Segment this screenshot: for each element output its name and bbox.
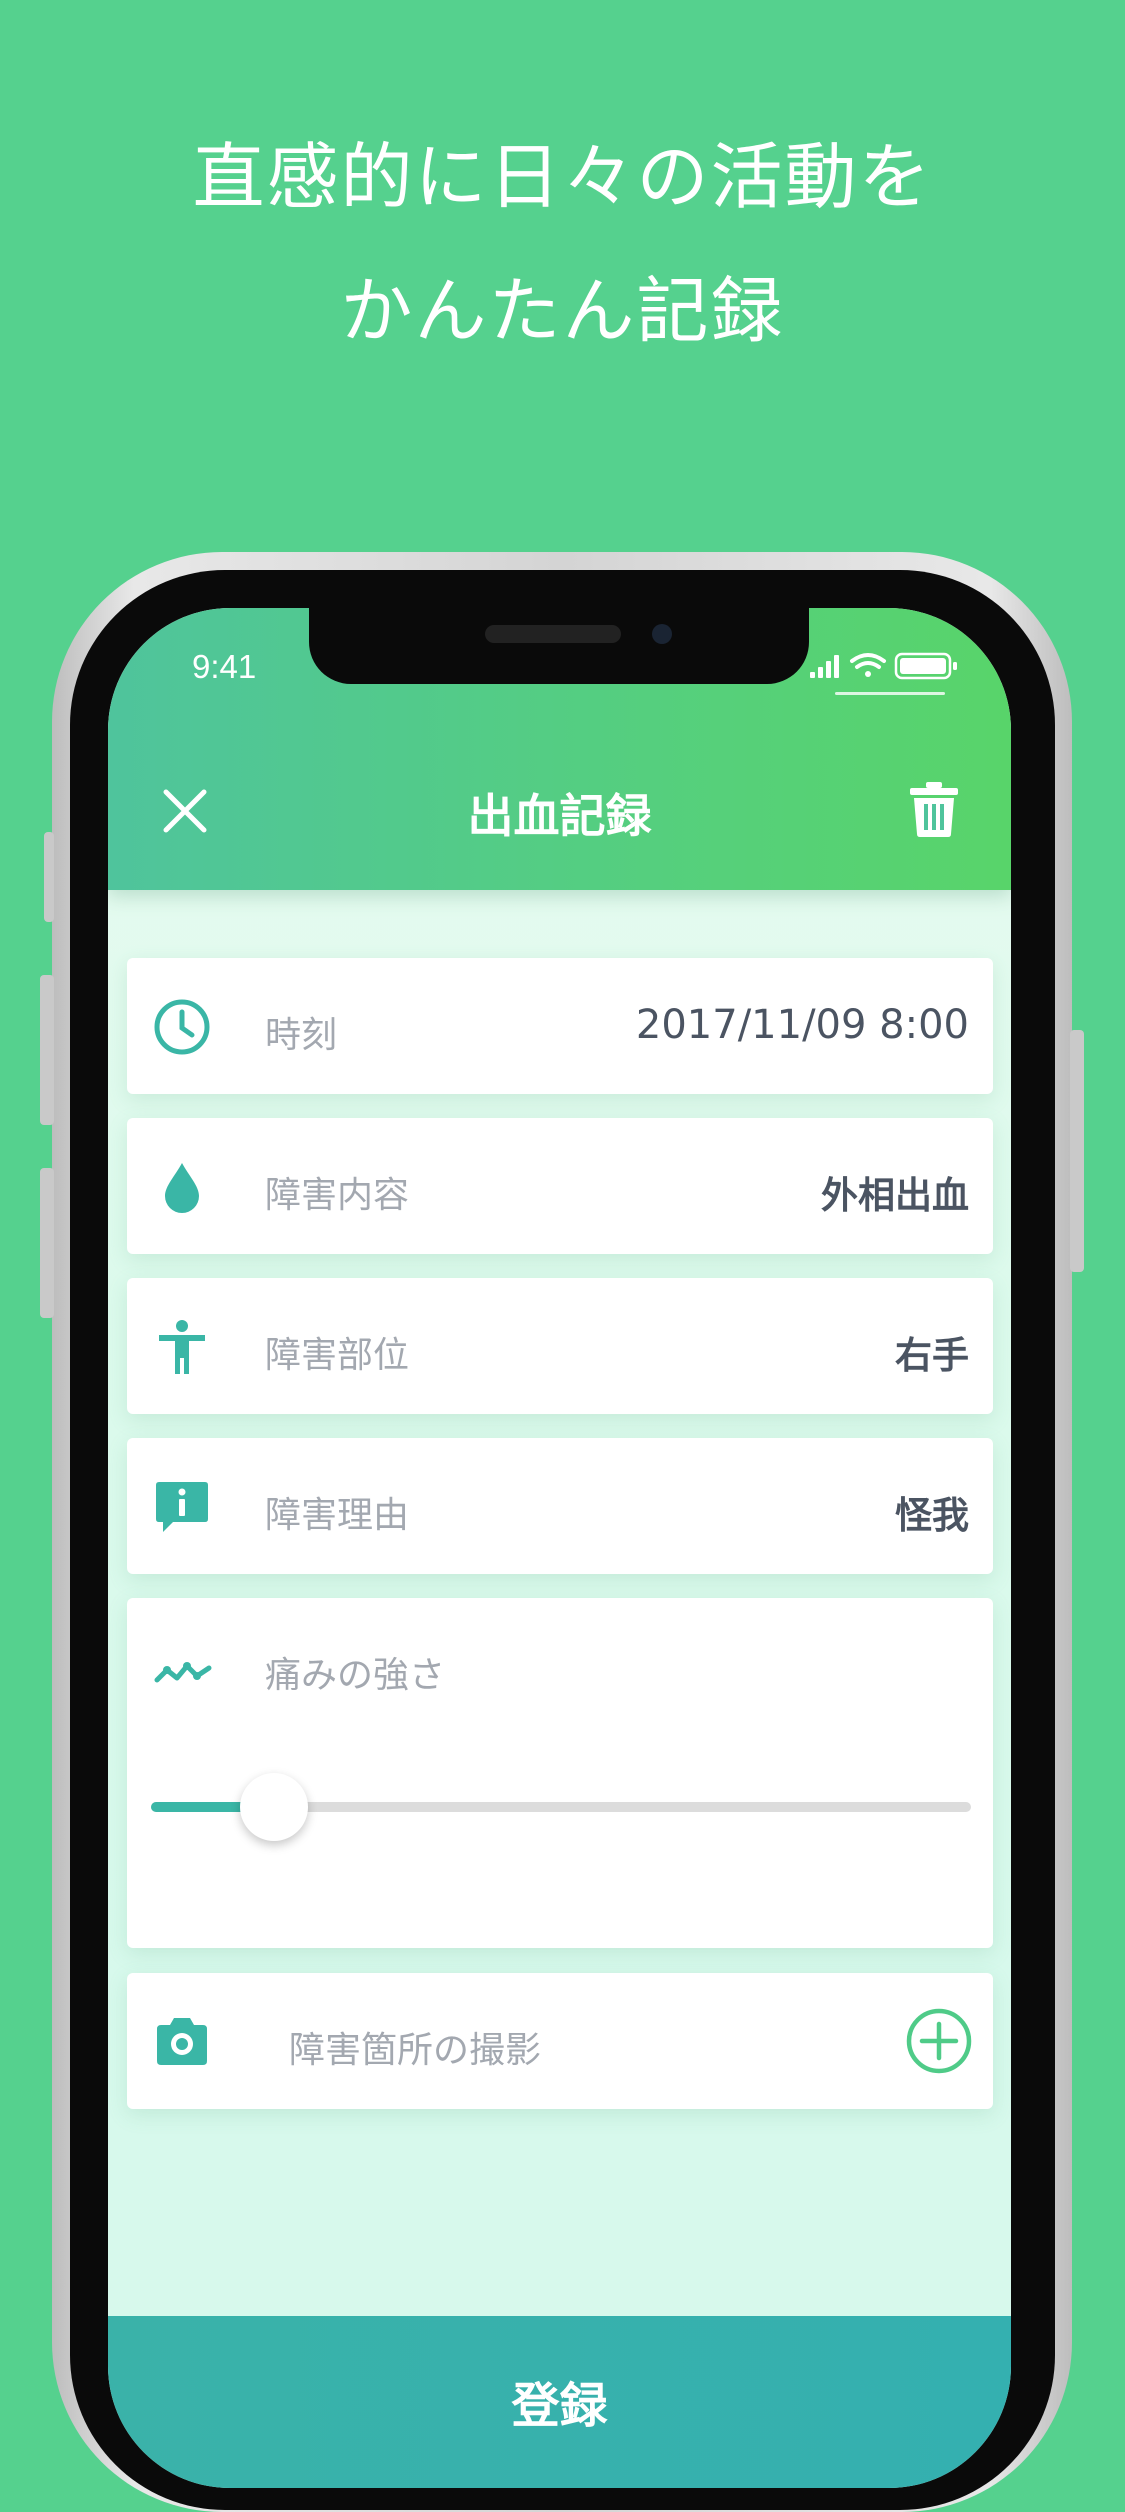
injury-content-row[interactable]: 障害内容 外相出血 — [127, 1118, 993, 1254]
time-row[interactable]: 時刻 2017/11/09 8:00 — [127, 958, 993, 1094]
camera-icon — [157, 2018, 207, 2065]
app-header: 9:41 出血記録 — [108, 608, 1011, 890]
battery-icon — [894, 652, 957, 680]
status-underline — [835, 692, 945, 695]
volume-up-button — [40, 975, 54, 1125]
pain-level-card: 痛みの強さ — [127, 1598, 993, 1948]
status-time: 9:41 — [192, 648, 257, 685]
injury-reason-label: 障害理由 — [265, 1495, 410, 1536]
injury-location-row[interactable]: 障害部位 右手 — [127, 1278, 993, 1414]
photo-label: 障害箇所の撮影 — [289, 2030, 542, 2071]
plus-circle-icon[interactable] — [905, 2007, 973, 2075]
submit-label: 登録 — [511, 2378, 608, 2434]
page-title: 出血記録 — [467, 789, 652, 843]
headline-line-1: 直感的に日々の活動を — [192, 135, 933, 219]
injury-content-label: 障害内容 — [265, 1175, 410, 1216]
trend-icon — [154, 1662, 212, 1683]
time-value: 2017/11/09 8:00 — [635, 1002, 969, 1048]
info-bubble-icon — [156, 1482, 208, 1532]
mute-switch — [44, 832, 54, 922]
notch — [309, 608, 809, 684]
pain-slider-thumb[interactable] — [240, 1773, 308, 1841]
injury-location-label: 障害部位 — [265, 1335, 410, 1376]
promo-headline: 直感的に日々の活動を かんたん記録 — [0, 110, 1125, 378]
time-label: 時刻 — [265, 1015, 338, 1056]
drop-icon — [165, 1163, 199, 1213]
wifi-icon — [850, 653, 886, 677]
speaker — [485, 625, 621, 643]
volume-down-button — [40, 1168, 54, 1318]
clock-icon — [154, 999, 210, 1055]
injury-reason-value: 怪我 — [895, 1494, 969, 1537]
submit-button[interactable]: 登録 — [108, 2316, 1011, 2488]
trash-icon[interactable] — [908, 780, 960, 838]
pain-level-label: 痛みの強さ — [265, 1655, 446, 1696]
photo-row[interactable]: 障害箇所の撮影 — [127, 1973, 993, 2109]
injury-content-value: 外相出血 — [821, 1174, 969, 1217]
injury-location-value: 右手 — [895, 1334, 969, 1377]
signal-icon — [810, 655, 839, 678]
front-camera — [652, 624, 672, 644]
phone-screen: 9:41 出血記録 時刻 2017/11/09 8:00 障害内容 外相出血 障… — [108, 608, 1011, 2488]
power-button — [1070, 1030, 1084, 1272]
status-icons — [810, 652, 957, 680]
person-icon — [159, 1320, 205, 1374]
injury-reason-row[interactable]: 障害理由 怪我 — [127, 1438, 993, 1574]
headline-line-2: かんたん記録 — [340, 269, 785, 353]
